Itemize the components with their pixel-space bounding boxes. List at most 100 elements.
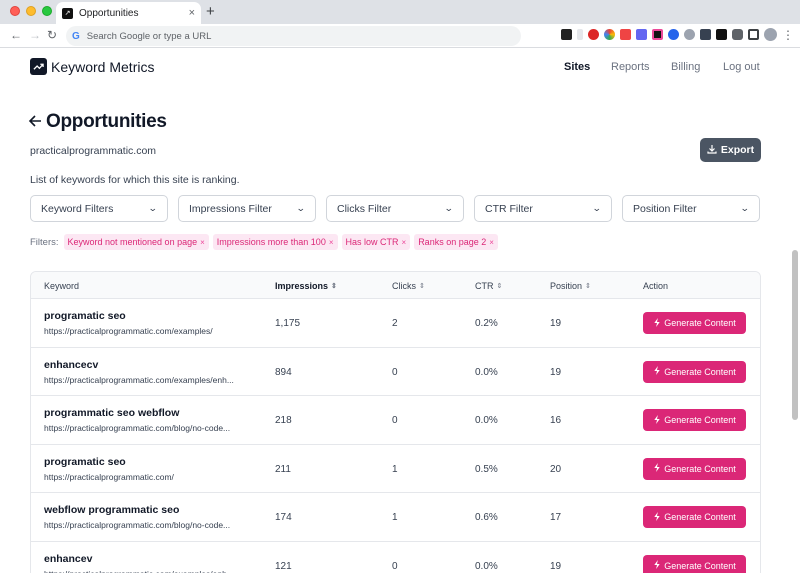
trend-favicon-icon: ↗ xyxy=(62,7,73,19)
puzzle-ext-icon[interactable] xyxy=(732,29,743,40)
generate-content-button[interactable]: Generate Content xyxy=(643,360,746,383)
impressions-cell: 121 xyxy=(275,560,292,572)
keyword-text: enhancecv xyxy=(44,358,99,371)
sort-icon: ⇕ xyxy=(585,283,591,290)
keywords-table: Keyword Impressions ⇕ Clicks ⇕ CTR ⇕ Positi… xyxy=(30,271,761,573)
lightning-icon xyxy=(653,317,661,329)
filter-chip-ctr[interactable]: Has low CTR × xyxy=(341,234,411,250)
back-arrow-icon[interactable] xyxy=(28,113,42,131)
generate-content-label: Generate Content xyxy=(664,415,736,426)
generate-content-label: Generate Content xyxy=(664,318,736,328)
chrome-ext-icon[interactable] xyxy=(604,29,615,40)
square-ext-icon[interactable] xyxy=(652,29,663,40)
forward-nav-icon[interactable]: → xyxy=(29,28,41,42)
extensions-row: ⋮ xyxy=(561,28,794,41)
impressions-cell: 211 xyxy=(275,463,291,475)
page-description: List of keywords for which this site is … xyxy=(30,174,240,186)
ctr-cell: 0.6% xyxy=(475,512,498,524)
chevron-down-icon: ⌄ xyxy=(296,203,307,213)
address-bar[interactable]: G Search Google or type a URL xyxy=(66,26,521,46)
ctr-filter-select[interactable]: CTR Filter ⌄ xyxy=(474,195,612,222)
reload-icon[interactable]: ↻ xyxy=(47,28,57,42)
remove-chip-icon[interactable]: × xyxy=(329,238,334,247)
col-position-sort[interactable]: Position ⇕ xyxy=(550,281,591,291)
keyword-url[interactable]: https://practicalprogrammatic.com/exampl… xyxy=(44,375,254,385)
filter-chip-impressions[interactable]: Impressions more than 100 × xyxy=(212,234,338,250)
download-icon xyxy=(707,144,717,157)
nav-reports[interactable]: Reports xyxy=(611,61,650,73)
chevron-down-icon: ⌄ xyxy=(592,203,603,213)
avatar-icon[interactable] xyxy=(764,28,777,41)
brand-logo[interactable]: Keyword Metrics xyxy=(30,58,154,75)
red-shield-ext-icon[interactable] xyxy=(588,29,599,40)
position-cell: 17 xyxy=(550,512,562,524)
remove-chip-icon[interactable]: × xyxy=(402,238,407,247)
bookmark-ext-icon[interactable] xyxy=(620,29,631,40)
nav-billing[interactable]: Billing xyxy=(671,61,700,73)
ctr-cell: 0.0% xyxy=(475,560,498,572)
app-header: Keyword Metrics Sites Reports Billing Lo… xyxy=(0,49,800,89)
generate-content-button[interactable]: Generate Content xyxy=(643,312,746,334)
chevron-down-icon: ⌄ xyxy=(148,203,159,213)
export-button[interactable]: Export xyxy=(700,138,761,162)
back-nav-icon[interactable]: ← xyxy=(10,28,22,42)
globe-ext-icon[interactable] xyxy=(668,29,679,40)
new-tab-button[interactable]: + xyxy=(206,3,215,20)
lightning-icon xyxy=(653,560,661,571)
remove-chip-icon[interactable]: × xyxy=(200,238,205,247)
sort-icon: ⇕ xyxy=(419,283,425,290)
col-ctr-sort[interactable]: CTR ⇕ xyxy=(475,281,502,291)
page-scrollbar[interactable] xyxy=(792,250,798,420)
filter-chip-position[interactable]: Ranks on page 2 × xyxy=(414,234,498,250)
keyword-url[interactable]: https://practicalprogrammatic.com/exampl… xyxy=(44,326,254,336)
minimize-window-button[interactable] xyxy=(26,6,36,16)
table-row: enhancev https://practicalprogrammatic.co… xyxy=(31,541,760,573)
pen-ext-icon[interactable] xyxy=(561,29,572,40)
generate-content-button[interactable]: Generate Content xyxy=(643,457,746,480)
table-row: programatic seo https://practicalprogramm… xyxy=(31,299,760,348)
clicks-filter-select[interactable]: Clicks Filter ⌄ xyxy=(326,195,464,222)
filter-chip-keyword[interactable]: Keyword not mentioned on page × xyxy=(63,234,209,250)
d-ext-icon[interactable] xyxy=(636,29,647,40)
nav-log-out[interactable]: Log out xyxy=(723,61,760,73)
generate-content-button[interactable]: Generate Content xyxy=(643,554,746,573)
generate-content-label: Generate Content xyxy=(664,366,736,377)
col-ctr-label: CTR xyxy=(475,281,494,291)
close-window-button[interactable] xyxy=(10,6,20,16)
keyword-url[interactable]: https://practicalprogrammatic.com/ xyxy=(44,472,254,482)
remove-chip-icon[interactable]: × xyxy=(489,238,494,247)
generate-content-button[interactable]: Generate Content xyxy=(643,506,746,529)
chevron-down-icon: ⌄ xyxy=(740,203,751,213)
filters-label: Filters: xyxy=(30,236,59,248)
col-clicks-sort[interactable]: Clicks ⇕ xyxy=(392,281,425,291)
ctr-cell: 0.0% xyxy=(475,366,498,378)
generate-content-button[interactable]: Generate Content xyxy=(643,409,746,432)
maximize-window-button[interactable] xyxy=(42,6,52,16)
keyword-url[interactable]: https://practicalprogrammatic.com/exampl… xyxy=(44,569,254,573)
lightning-icon xyxy=(653,414,661,426)
arrow-ext-icon[interactable] xyxy=(716,29,727,40)
keyword-url[interactable]: https://practicalprogrammatic.com/blog/n… xyxy=(44,520,254,530)
keyword-text: programatic seo xyxy=(44,455,126,468)
grammarly-ext-icon[interactable] xyxy=(684,29,695,40)
keyboard-ext-icon[interactable] xyxy=(700,29,711,40)
google-icon: G xyxy=(72,30,80,42)
keyword-filter-select[interactable]: Keyword Filters ⌄ xyxy=(30,195,168,222)
clicks-cell: 0 xyxy=(392,415,398,427)
lightning-icon xyxy=(653,463,661,474)
col-clicks-label: Clicks xyxy=(392,281,416,291)
tab-close-icon[interactable]: × xyxy=(189,7,195,19)
keyword-text: webflow programmatic seo xyxy=(44,504,180,517)
position-cell: 19 xyxy=(550,366,562,378)
nav-sites[interactable]: Sites xyxy=(564,61,590,73)
impressions-cell: 218 xyxy=(275,415,292,427)
window-controls xyxy=(10,6,52,16)
col-impressions-sort[interactable]: Impressions ⇕ xyxy=(275,281,337,291)
keyword-url[interactable]: https://practicalprogrammatic.com/blog/n… xyxy=(44,423,254,433)
impressions-filter-select[interactable]: Impressions Filter ⌄ xyxy=(178,195,316,222)
table-row: enhancecv https://practicalprogrammatic.c… xyxy=(31,347,760,397)
kebab-menu-icon[interactable]: ⋮ xyxy=(782,29,794,41)
position-filter-select[interactable]: Position Filter ⌄ xyxy=(622,195,760,222)
sidebar-icon[interactable] xyxy=(748,29,759,40)
browser-tab[interactable]: ↗ Opportunities × xyxy=(56,2,201,24)
